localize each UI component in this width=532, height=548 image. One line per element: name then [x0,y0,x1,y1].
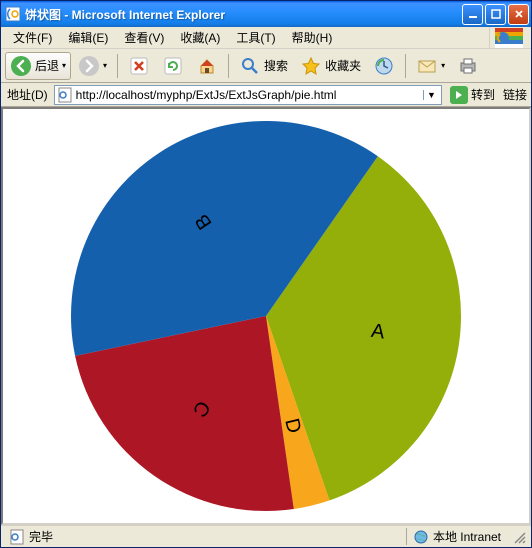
print-icon [457,55,479,77]
intranet-icon [413,529,429,545]
toolbar: 后退 ▾ ▾ 搜索 收藏夹 ▾ [1,49,531,83]
done-icon [9,529,25,545]
menu-view[interactable]: 查看(V) [116,27,172,48]
history-icon [373,55,395,77]
status-left: 完毕 [5,528,400,545]
maximize-button[interactable] [485,4,506,25]
home-icon [196,55,218,77]
search-button[interactable]: 搜索 [234,52,293,80]
dropdown-icon: ▾ [62,61,66,70]
go-label: 转到 [471,86,495,103]
forward-button[interactable]: ▾ [73,52,112,80]
window-title: 饼状图 - Microsoft Internet Explorer [25,6,462,23]
back-label: 后退 [35,57,59,74]
close-button[interactable] [508,4,529,25]
mail-icon [416,55,438,77]
status-text: 完毕 [29,528,53,545]
history-button[interactable] [368,52,400,80]
refresh-button[interactable] [157,52,189,80]
address-dropdown-icon[interactable]: ▼ [423,90,439,100]
forward-icon [78,55,100,77]
status-zone: 本地 Intranet [406,528,505,545]
address-input-wrap[interactable]: ▼ [54,85,442,105]
print-button[interactable] [452,52,484,80]
refresh-icon [162,55,184,77]
menu-file[interactable]: 文件(F) [5,27,60,48]
window-controls [462,4,529,25]
favorites-button[interactable]: 收藏夹 [295,52,366,80]
dropdown-icon: ▾ [103,61,107,70]
go-icon [450,86,468,104]
minimize-button[interactable] [462,4,483,25]
addressbar: 地址(D) ▼ 转到 链接 [1,83,531,107]
address-label: 地址(D) [5,86,50,103]
titlebar[interactable]: 饼状图 - Microsoft Internet Explorer [1,1,531,27]
search-label: 搜索 [264,57,288,74]
ie-page-icon [5,6,21,22]
ie-logo-icon [489,27,527,49]
browser-window: 饼状图 - Microsoft Internet Explorer 文件(F) … [0,0,532,548]
stop-button[interactable] [123,52,155,80]
mail-button[interactable]: ▾ [411,52,450,80]
menu-tools[interactable]: 工具(T) [228,27,283,48]
pie-chart: ADCB [16,111,516,521]
address-input[interactable] [76,88,423,102]
menu-help[interactable]: 帮助(H) [284,27,341,48]
star-icon [300,55,322,77]
favorites-label: 收藏夹 [325,57,361,74]
zone-label: 本地 Intranet [433,528,501,545]
stop-icon [128,55,150,77]
dropdown-icon: ▾ [441,61,445,70]
toolbar-separator [405,54,406,78]
toolbar-separator [117,54,118,78]
menubar: 文件(F) 编辑(E) 查看(V) 收藏(A) 工具(T) 帮助(H) [1,27,531,49]
resize-grip-icon[interactable] [511,529,527,545]
search-icon [239,55,261,77]
page-icon [57,87,73,103]
page-content: ADCB [1,107,531,525]
menu-edit[interactable]: 编辑(E) [60,27,116,48]
links-label[interactable]: 链接 [503,86,527,103]
statusbar: 完毕 本地 Intranet [1,525,531,547]
go-button[interactable]: 转到 [446,85,499,105]
back-icon [10,55,32,77]
back-button[interactable]: 后退 ▾ [5,52,71,80]
toolbar-separator [228,54,229,78]
menu-favorites[interactable]: 收藏(A) [172,27,228,48]
home-button[interactable] [191,52,223,80]
